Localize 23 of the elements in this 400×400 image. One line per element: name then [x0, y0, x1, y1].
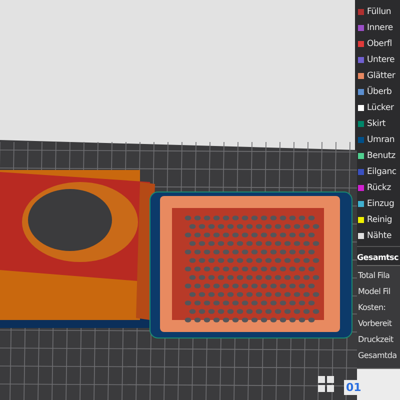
legend-label: Lücker	[367, 103, 394, 113]
summary-title: Gesamtsc	[355, 246, 400, 265]
legend-label: Reinig	[367, 215, 392, 225]
legend-label: Innere	[367, 23, 393, 33]
legend-label: Rückz	[367, 183, 391, 193]
legend-label: Benutz	[367, 151, 396, 161]
legend-label: Skirt	[367, 119, 386, 129]
legend-label: Einzug	[367, 199, 394, 209]
legend-label: Oberfl	[367, 39, 392, 49]
legend-label: Untere	[367, 55, 395, 65]
summary-label: Druckzeit	[358, 334, 394, 346]
summary-label: Vorbereit	[358, 318, 393, 330]
legend-label: Umran	[367, 135, 395, 145]
legend-label: Füllun	[367, 7, 392, 17]
layer-label: 01	[344, 380, 364, 395]
legend-label: Glätter	[367, 71, 396, 81]
summary-label: Gesamtda	[358, 350, 398, 362]
legend-label: Eilganc	[367, 167, 396, 177]
summary-label: Model Fil	[358, 286, 392, 298]
summary-label: Kosten:	[358, 302, 387, 314]
legend-label: Nähte	[367, 231, 392, 241]
summary-label: Total Fila	[358, 270, 391, 282]
legend-label: Überb	[367, 87, 392, 97]
